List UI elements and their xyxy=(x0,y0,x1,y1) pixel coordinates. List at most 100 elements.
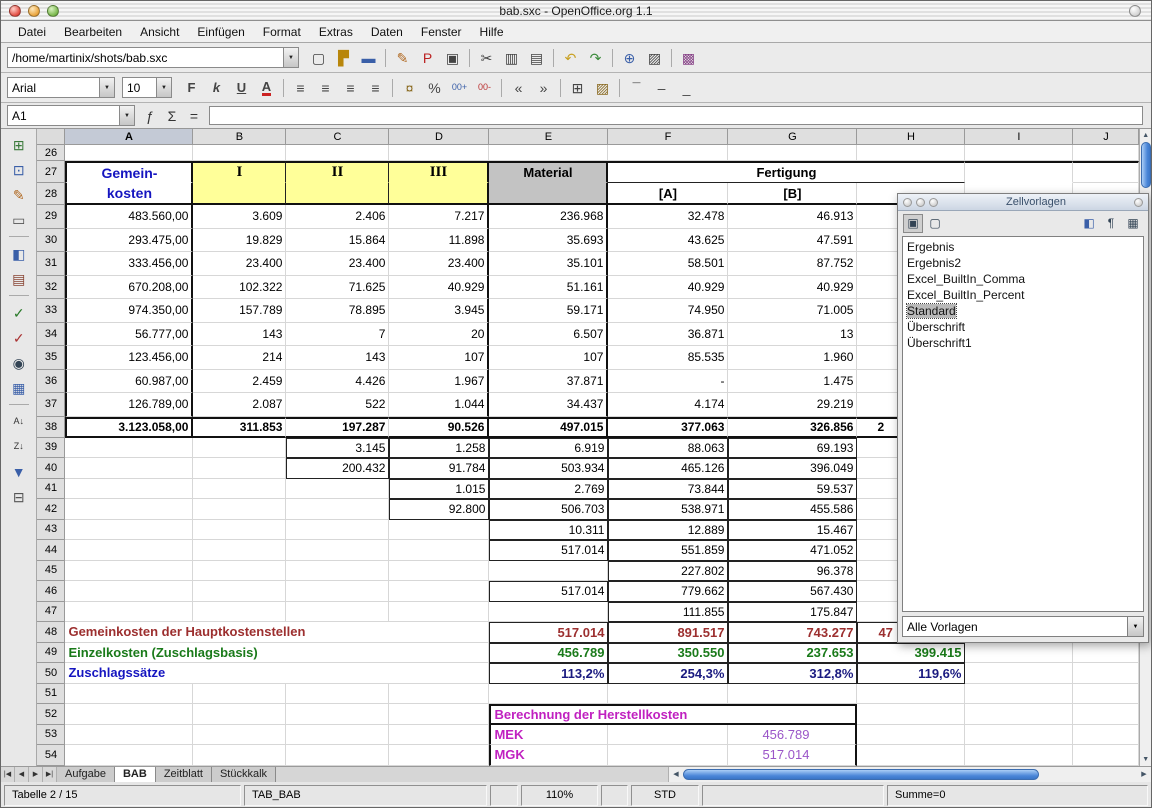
cell-G28[interactable]: [B] xyxy=(728,183,857,205)
cell-E42[interactable]: 506.703 xyxy=(489,499,608,520)
cell-I53[interactable] xyxy=(965,725,1073,746)
group-icon[interactable]: ⊟ xyxy=(6,485,32,508)
row-header-33[interactable]: 33 xyxy=(37,299,65,323)
cell-D31[interactable]: 23.400 xyxy=(389,252,489,276)
align-center-icon[interactable]: ≡ xyxy=(313,76,338,100)
cell-B35[interactable]: 214 xyxy=(193,346,286,370)
cell-B39[interactable] xyxy=(193,438,286,459)
url-field[interactable]: /home/martinix/shots/bab.sxc xyxy=(8,51,283,65)
cell-E43[interactable]: 10.311 xyxy=(489,520,608,541)
cell-J50[interactable] xyxy=(1073,663,1139,684)
cell-E46[interactable]: 517.014 xyxy=(489,581,608,602)
cell-F32[interactable]: 40.929 xyxy=(608,276,728,300)
zoom-level[interactable]: 110% xyxy=(521,785,598,806)
cell-E37[interactable]: 34.437 xyxy=(489,393,608,417)
cell-C39[interactable]: 3.145 xyxy=(286,438,389,459)
cell-G26[interactable] xyxy=(728,145,857,161)
style-filter-dropdown[interactable]: Alle Vorlagen ▼ xyxy=(902,616,1144,637)
cell-H54[interactable] xyxy=(857,745,965,766)
menu-extras[interactable]: Extras xyxy=(310,21,362,42)
vertical-scroll-thumb[interactable] xyxy=(1141,142,1151,188)
cell-A48[interactable]: Gemeinkosten der Hauptkostenstellen xyxy=(65,622,489,643)
cell-reference-box[interactable]: A1 ▼ xyxy=(7,105,135,126)
cell-E48[interactable]: 517.014 xyxy=(489,622,608,643)
add-decimal-icon[interactable]: 00+ xyxy=(447,76,472,100)
cell-B47[interactable] xyxy=(193,602,286,623)
cell-B53[interactable] xyxy=(193,725,286,746)
cell-D53[interactable] xyxy=(389,725,489,746)
insert-object-icon[interactable]: ◧ xyxy=(6,242,32,265)
cell-B31[interactable]: 23.400 xyxy=(193,252,286,276)
cell-A31[interactable]: 333.456,00 xyxy=(65,252,193,276)
row-header-47[interactable]: 47 xyxy=(37,602,65,623)
cell-E39[interactable]: 6.919 xyxy=(489,438,608,459)
cell-styles-icon[interactable]: ▣ xyxy=(903,214,923,233)
cell-B28[interactable] xyxy=(193,183,286,205)
menu-format[interactable]: Format xyxy=(254,21,310,42)
cell-F31[interactable]: 58.501 xyxy=(608,252,728,276)
cell-C35[interactable]: 143 xyxy=(286,346,389,370)
last-sheet-button[interactable]: ▶| xyxy=(43,767,57,782)
cell-C30[interactable]: 15.864 xyxy=(286,229,389,253)
cell-J27[interactable] xyxy=(1073,161,1139,183)
column-header-C[interactable]: C xyxy=(286,129,389,145)
grid-corner[interactable] xyxy=(37,129,65,145)
row-header-27[interactable]: 27 xyxy=(37,161,65,183)
menu-datei[interactable]: Datei xyxy=(9,21,55,42)
cell-A27[interactable]: Gemein- xyxy=(65,161,193,183)
cell-E29[interactable]: 236.968 xyxy=(489,205,608,229)
cell-C41[interactable] xyxy=(286,479,389,500)
url-combo-arrow-icon[interactable]: ▼ xyxy=(283,48,298,67)
cell-F47[interactable]: 111.855 xyxy=(608,602,728,623)
cell-C51[interactable] xyxy=(286,684,389,705)
cell-E33[interactable]: 59.171 xyxy=(489,299,608,323)
cell-D46[interactable] xyxy=(389,581,489,602)
draw-functions-icon[interactable]: ✎ xyxy=(6,183,32,206)
style-item-berschrift1[interactable]: Überschrift1 xyxy=(903,335,1143,351)
stylist-stick-button[interactable] xyxy=(1134,198,1143,207)
align-right-icon[interactable]: ≡ xyxy=(338,76,363,100)
insert-mode[interactable]: STD xyxy=(631,785,699,806)
row-header-40[interactable]: 40 xyxy=(37,458,65,479)
style-item-excelbuiltincomma[interactable]: Excel_BuiltIn_Comma xyxy=(903,271,1143,287)
cell-E31[interactable]: 35.101 xyxy=(489,252,608,276)
align-middle-icon[interactable]: – xyxy=(649,76,674,100)
cell-C34[interactable]: 7 xyxy=(286,323,389,347)
cell-G50[interactable]: 312,8% xyxy=(728,663,857,684)
cell-D27[interactable]: III xyxy=(389,161,489,183)
cell-F38[interactable]: 377.063 xyxy=(608,417,728,438)
row-header-48[interactable]: 48 xyxy=(37,622,65,643)
cell-C46[interactable] xyxy=(286,581,389,602)
cell-J54[interactable] xyxy=(1073,745,1139,766)
cell-F28[interactable]: [A] xyxy=(608,183,728,205)
menu-einfgen[interactable]: Einfügen xyxy=(188,21,253,42)
column-header-D[interactable]: D xyxy=(389,129,489,145)
delete-decimal-icon[interactable]: 00- xyxy=(472,76,497,100)
cell-E49[interactable]: 456.789 xyxy=(489,643,608,664)
column-header-J[interactable]: J xyxy=(1073,129,1139,145)
cell-C37[interactable]: 522 xyxy=(286,393,389,417)
row-header-31[interactable]: 31 xyxy=(37,252,65,276)
cell-F41[interactable]: 73.844 xyxy=(608,479,728,500)
navigator-icon[interactable]: ⊕ xyxy=(617,46,642,70)
cell-B30[interactable]: 19.829 xyxy=(193,229,286,253)
row-header-45[interactable]: 45 xyxy=(37,561,65,582)
autoformat-icon[interactable]: ▤ xyxy=(6,267,32,290)
cell-D36[interactable]: 1.967 xyxy=(389,370,489,394)
cell-E40[interactable]: 503.934 xyxy=(489,458,608,479)
cell-B42[interactable] xyxy=(193,499,286,520)
cell-G37[interactable]: 29.219 xyxy=(728,393,857,417)
cell-B46[interactable] xyxy=(193,581,286,602)
cell-E28[interactable] xyxy=(489,183,608,205)
insert-icon[interactable]: ⊞ xyxy=(6,133,32,156)
sheet-tab-zeitblatt[interactable]: Zeitblatt xyxy=(156,767,212,782)
cell-A26[interactable] xyxy=(65,145,193,161)
name-box-arrow-icon[interactable]: ▼ xyxy=(119,106,134,125)
cell-A52[interactable] xyxy=(65,704,193,725)
cell-E53[interactable]: MEK xyxy=(489,725,608,746)
status-spacer-1[interactable] xyxy=(490,785,518,806)
cell-G51[interactable] xyxy=(728,684,857,705)
cell-J26[interactable] xyxy=(1073,145,1139,161)
cell-A43[interactable] xyxy=(65,520,193,541)
cell-F46[interactable]: 779.662 xyxy=(608,581,728,602)
